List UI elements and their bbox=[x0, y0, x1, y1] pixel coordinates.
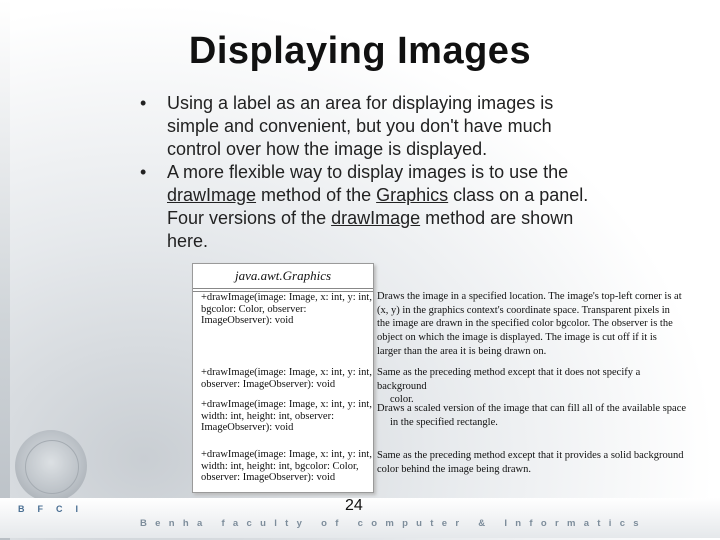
description-line: Draws a scaled version of the image that… bbox=[377, 403, 687, 414]
footer-org-full: Benha faculty of computer & Informatics bbox=[140, 518, 647, 529]
method-description-2: Same as the preceding method except that… bbox=[377, 366, 689, 407]
code-term-drawimage: drawImage bbox=[331, 208, 421, 228]
bullet-line: here. bbox=[167, 230, 670, 253]
uml-method-1: +drawImage(image: Image, x: int, y: int,… bbox=[201, 292, 372, 327]
description-line: Draws the image in a specified location.… bbox=[377, 291, 682, 302]
bullet-line: A more flexible way to display images is… bbox=[167, 161, 670, 184]
bullet-list: • Using a label as an area for displayin… bbox=[140, 92, 670, 253]
uml-method-3: +drawImage(image: Image, x: int, y: int,… bbox=[201, 399, 372, 434]
uml-method-line: observer: ImageObserver): void bbox=[201, 472, 336, 484]
left-decorative-strip bbox=[0, 0, 10, 540]
bullet-item: • Using a label as an area for displayin… bbox=[140, 92, 670, 161]
uml-method-line: +drawImage(image: Image, x: int, y: int, bbox=[201, 399, 372, 410]
uml-method-4: +drawImage(image: Image, x: int, y: int,… bbox=[201, 449, 372, 484]
description-line: color behind the image being drawn. bbox=[377, 463, 531, 475]
page-number: 24 bbox=[345, 497, 363, 514]
bullet-item: • A more flexible way to display images … bbox=[140, 161, 670, 253]
logo-ring bbox=[25, 440, 79, 494]
description-line: the image are drawn in the specified col… bbox=[377, 318, 673, 330]
description-line: in the specified rectangle. bbox=[390, 416, 498, 428]
uml-method-line: ImageObserver): void bbox=[201, 422, 294, 434]
description-line: Same as the preceding method except that… bbox=[377, 367, 641, 392]
faculty-logo-icon bbox=[15, 430, 87, 502]
uml-method-line: width: int, height: int, observer: bbox=[201, 410, 334, 422]
bullet-line: drawImage method of the Graphics class o… bbox=[167, 184, 670, 207]
uml-method-line: ImageObserver): void bbox=[201, 315, 294, 327]
bullet-line: control over how the image is displayed. bbox=[167, 138, 670, 161]
bullet-text: Using a label as an area for displaying … bbox=[167, 93, 554, 113]
bullet-text: A more flexible way to display images is… bbox=[167, 162, 569, 182]
description-line: Same as the preceding method except that… bbox=[377, 450, 684, 461]
bullet-text: class on a panel. bbox=[448, 185, 589, 205]
uml-class-name: java.awt.Graphics bbox=[193, 264, 373, 289]
description-line: object on which the image is displayed. … bbox=[377, 332, 657, 344]
bullet-text: simple and convenient, but you don't hav… bbox=[167, 116, 552, 136]
bullet-text: control over how the image is displayed. bbox=[167, 139, 488, 159]
uml-method-line: +drawImage(image: Image, x: int, y: int, bbox=[201, 367, 372, 378]
bullet-text: method of the bbox=[256, 185, 377, 205]
bullet-text: method are shown bbox=[420, 208, 574, 228]
uml-method-line: width: int, height: int, bgcolor: Color, bbox=[201, 460, 359, 472]
uml-method-2: +drawImage(image: Image, x: int, y: int,… bbox=[201, 367, 372, 390]
uml-method-line: +drawImage(image: Image, x: int, y: int, bbox=[201, 449, 372, 460]
method-description-3: Draws a scaled version of the image that… bbox=[377, 402, 689, 429]
uml-method-line: +drawImage(image: Image, x: int, y: int, bbox=[201, 292, 372, 303]
bullet-text: Four versions of the bbox=[167, 208, 332, 228]
bullet-marker: • bbox=[140, 162, 147, 182]
slide-title: Displaying Images bbox=[188, 30, 532, 72]
description-line: larger than the area it is being drawn o… bbox=[377, 345, 547, 357]
method-description-1: Draws the image in a specified location.… bbox=[377, 290, 689, 359]
code-term-drawimage: drawImage bbox=[167, 185, 257, 205]
uml-method-line: bgcolor: Color, observer: bbox=[201, 303, 307, 315]
uml-class-diagram: java.awt.Graphics +drawImage(image: Imag… bbox=[192, 263, 374, 493]
bullet-line: Using a label as an area for displaying … bbox=[167, 92, 670, 115]
bullet-text: here. bbox=[167, 231, 209, 251]
bullet-line: Four versions of the drawImage method ar… bbox=[167, 207, 670, 230]
code-term-graphics: Graphics bbox=[376, 185, 449, 205]
uml-method-line: observer: ImageObserver): void bbox=[201, 378, 336, 390]
footer-org-short: BFCI bbox=[18, 504, 91, 514]
description-line: (x, y) in the graphics context's coordin… bbox=[377, 304, 670, 316]
method-description-4: Same as the preceding method except that… bbox=[377, 449, 689, 476]
bullet-marker: • bbox=[140, 93, 147, 113]
bullet-line: simple and convenient, but you don't hav… bbox=[167, 115, 670, 138]
